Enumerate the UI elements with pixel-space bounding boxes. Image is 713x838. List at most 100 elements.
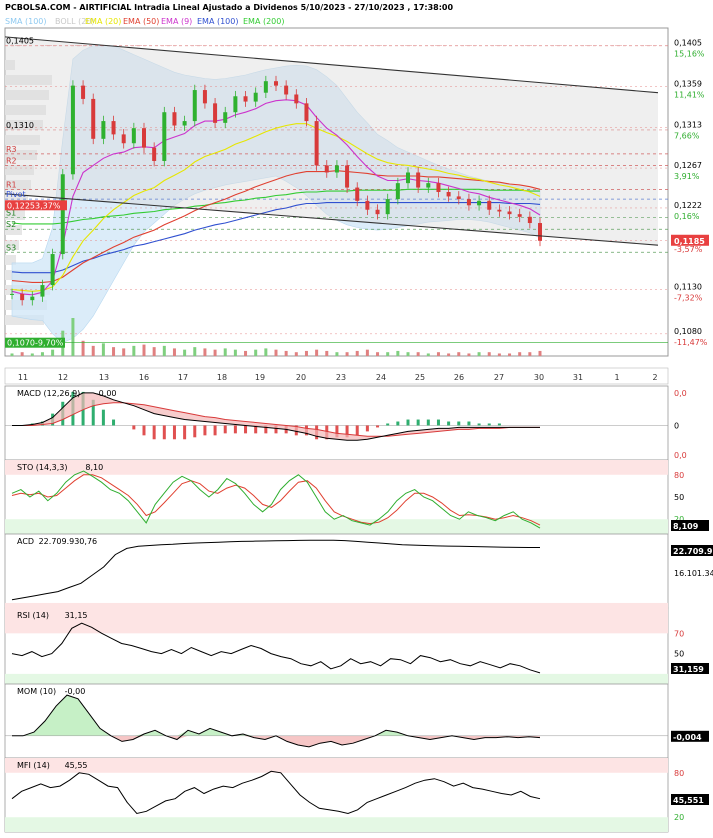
volume-bar: [436, 352, 440, 356]
level-label: S2: [6, 220, 16, 229]
time-axis-label: 12: [58, 373, 68, 382]
price-tick-label: 0,1267: [674, 161, 702, 170]
volume-bar: [203, 348, 207, 356]
time-axis-label: 30: [534, 373, 544, 382]
acd-panel: ACD 22.709.930,76 22.709.9 16.101.34: [4, 533, 713, 609]
candle-body: [446, 192, 451, 197]
macd-histogram-bar: [244, 425, 248, 434]
sto-panel: STO (14,3,3) 8,108050208,109: [4, 459, 709, 535]
pct-tick-label: 0,16%: [674, 212, 700, 221]
macd-histogram-bar: [101, 409, 105, 426]
volume-bar: [101, 343, 105, 356]
sto-value: 8,10: [85, 463, 103, 472]
candle-body: [426, 183, 431, 188]
volume-bar: [223, 348, 227, 356]
time-axis-label: 31: [573, 373, 583, 382]
time-axis-label: 1: [614, 373, 619, 382]
macd-histogram-bar: [172, 425, 176, 440]
pct-tick-label: -3,57%: [674, 245, 703, 254]
macd-histogram-bar: [355, 425, 359, 436]
price-tick-label: 0,1130: [674, 283, 702, 292]
volume-bar: [152, 347, 156, 356]
candle-body: [304, 103, 309, 122]
candle-body: [284, 85, 289, 95]
mfi-axis-label: 20: [674, 813, 684, 822]
volume-bar: [406, 352, 410, 356]
level-label: S3: [6, 243, 16, 252]
volume-bar: [528, 352, 532, 356]
acd-value: 22.709.930,76: [39, 537, 98, 546]
pct-tick-label: 3,91%: [674, 172, 700, 181]
candle-body: [142, 128, 146, 148]
rsi-label: RSI (14): [17, 611, 49, 620]
volume-bar: [416, 352, 420, 356]
candle-body: [324, 165, 329, 173]
rsi-axis-label: 50: [674, 650, 684, 659]
marker-high-value: 0,1225: [7, 201, 35, 210]
price-panel: 0,14050,1310R3R2R1PivotS1S2S30,1225 3,37%…: [4, 27, 709, 357]
candle-body: [182, 121, 187, 126]
legend-item: EMA (9): [161, 17, 192, 26]
price-tick-label: 0,1222: [674, 201, 702, 210]
mfi-label: MFI (14): [17, 761, 50, 770]
macd-histogram-bar: [396, 421, 400, 426]
macd-axis-label: 0,0: [674, 451, 687, 460]
legend-item: EMA (50): [123, 17, 159, 26]
macd-histogram-bar: [162, 425, 166, 440]
macd-value: -0,00: [96, 389, 117, 398]
sto-label: STO (14,3,3): [17, 463, 68, 472]
level-label: R1: [6, 180, 17, 189]
macd-histogram-bar: [467, 421, 471, 426]
volume-bar: [386, 352, 390, 356]
time-axis-label: 16: [139, 373, 149, 382]
volume-bar: [487, 352, 491, 356]
candle-body: [121, 134, 126, 144]
mfi-value: 45,55: [65, 761, 88, 770]
rsi-zone: [5, 602, 668, 634]
pct-tick-label: -7,32%: [674, 294, 703, 303]
price-tick-label: 0,1080: [674, 327, 702, 336]
candle-body: [101, 121, 106, 139]
candle-body: [172, 112, 177, 126]
macd-histogram-bar: [457, 421, 461, 426]
volume-bar: [315, 349, 319, 356]
candle-body: [314, 121, 319, 166]
macd-histogram-bar: [223, 425, 227, 434]
candle-body: [274, 81, 278, 86]
mfi-zone: [5, 758, 668, 773]
volume-bar: [51, 349, 55, 356]
macd-histogram-bar: [406, 419, 410, 426]
volume-bar: [355, 350, 359, 356]
acd-axis-label: 16.101.34: [674, 569, 713, 578]
pct-tick-label: 15,16%: [674, 50, 705, 59]
candle-body: [466, 199, 471, 206]
volume-bar: [10, 353, 14, 356]
time-axis-label: 19: [255, 373, 265, 382]
candle-body: [538, 223, 542, 241]
macd-histogram-bar: [203, 425, 207, 436]
candle-body: [406, 172, 410, 184]
candle-body: [355, 187, 360, 201]
mom-plot-area: [4, 683, 669, 759]
time-axis-label: 23: [336, 373, 346, 382]
volume-bar: [162, 345, 166, 356]
candle-body: [517, 214, 522, 217]
sto-zone: [5, 460, 668, 475]
volume-bar: [132, 345, 136, 356]
mfi-last-label: 45,551: [673, 796, 704, 805]
macd-histogram-bar: [426, 419, 430, 426]
candle-body: [91, 98, 96, 139]
rsi-value: 31,15: [65, 611, 88, 620]
candle-body: [233, 96, 238, 113]
price-tick-label: 0,1405: [674, 39, 702, 48]
volume-bar: [172, 348, 176, 356]
pct-tick-label: 11,41%: [674, 91, 705, 100]
candle-body: [263, 81, 268, 93]
volume-bar: [477, 352, 481, 356]
candle-body: [30, 296, 35, 301]
stock-chart: PCBOLSA.COM - AIRTIFICIAL Intradia Linea…: [0, 0, 713, 838]
marker-low-value: 0,1070: [7, 339, 35, 348]
candle-body: [487, 200, 492, 210]
level-label: R2: [6, 156, 17, 165]
candle-body: [365, 200, 370, 210]
